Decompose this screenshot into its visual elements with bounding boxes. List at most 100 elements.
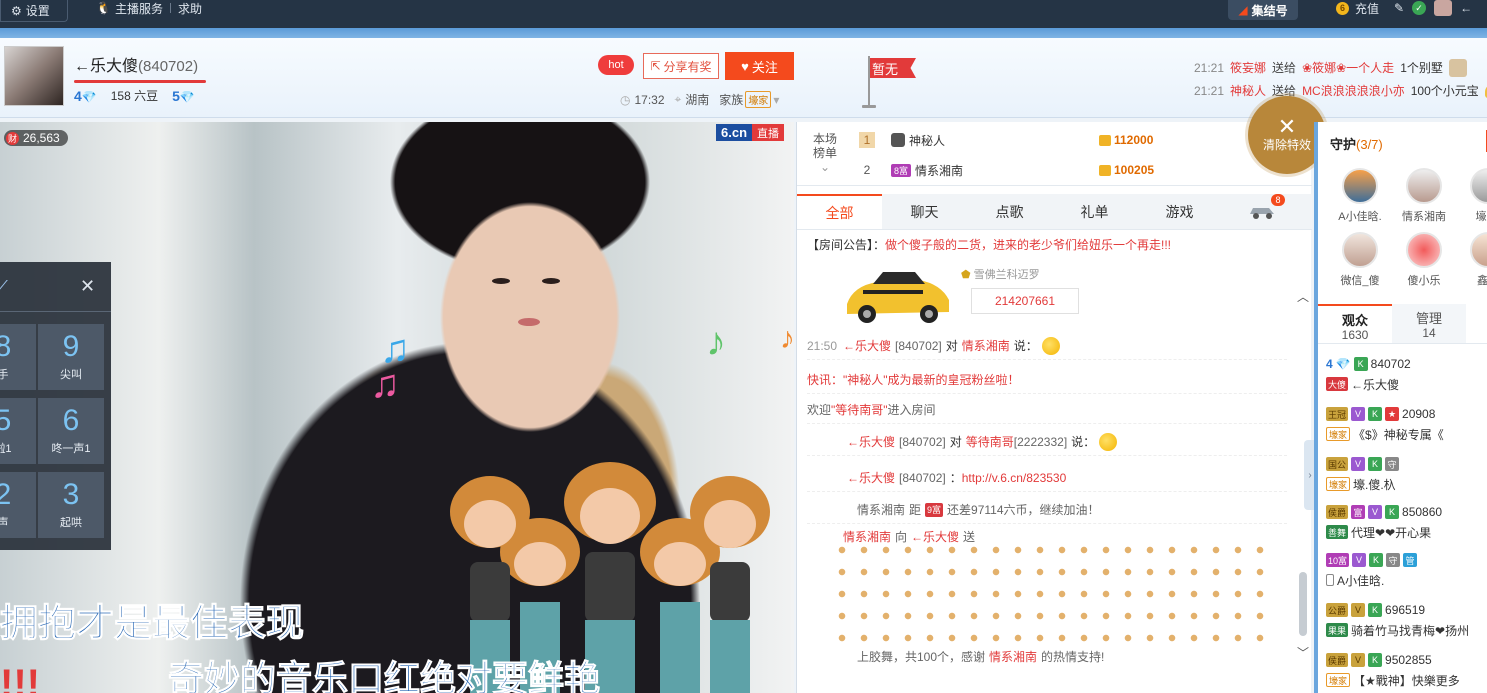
keypad-logo: ⁄ xyxy=(2,278,5,295)
v-badge: V xyxy=(1351,653,1366,667)
k-badge: K xyxy=(1369,553,1384,567)
gift-feed: 21:21 筱妄娜 送给 ❀筱娜❀一个人走 1个别墅 21:21 神秘人 送给 … xyxy=(1194,56,1487,102)
v-badge: V xyxy=(1351,407,1366,421)
admin-badge: 管 xyxy=(1403,553,1418,567)
k-badge: K xyxy=(1368,407,1383,421)
gift-figures xyxy=(837,546,1277,642)
chat-tabs: 全部 聊天 点歌 礼单 游戏 8 xyxy=(797,194,1312,230)
close-icon[interactable]: ✕ xyxy=(80,276,95,297)
room-notice: 【房间公告】：做个傻子般的二货，进来的老少爷们给妞乐一个再走!!! xyxy=(807,238,1172,252)
phone-icon xyxy=(1326,574,1334,586)
recharge-link[interactable]: 6 充值 xyxy=(1336,0,1379,16)
diamond-icon: 💎 xyxy=(179,89,195,104)
flag[interactable]: 暂无 xyxy=(870,58,916,78)
tab-chat[interactable]: 聊天 xyxy=(882,194,967,229)
lyric-line-3: !!! xyxy=(0,662,40,693)
header-stripe xyxy=(0,28,1487,38)
wealth-icon: 财 xyxy=(6,131,19,145)
chat-link[interactable]: http://v.6.cn/823530 xyxy=(962,471,1067,485)
scroll-thumb[interactable] xyxy=(1299,572,1307,636)
keypad-key[interactable]: 8手 xyxy=(0,324,36,390)
user-avatar[interactable] xyxy=(1434,0,1453,16)
mystery-icon xyxy=(891,133,905,147)
tab-gift-list[interactable]: 礼单 xyxy=(1052,194,1137,229)
keypad-key[interactable]: 6 咚一声1 xyxy=(38,398,104,464)
k-badge: K xyxy=(1368,603,1383,617)
settings-button[interactable]: ⚙ 设置 xyxy=(0,0,68,22)
guard-item[interactable]: 傻小乐 xyxy=(1394,232,1454,288)
rank-list: 本场榜单 ⌄ 1 神秘人 112000 2 8富 情系湘南 100205 xyxy=(797,122,1312,186)
jihao-button[interactable]: ◢ 集结号 xyxy=(1228,0,1298,20)
keypad-key[interactable]: 2声 xyxy=(0,472,36,538)
chevrolet-icon: ⬟ xyxy=(961,269,971,281)
audience-item[interactable]: 4 💎 K 840702 大傻 ←乐大傻 xyxy=(1326,354,1487,394)
tab-all[interactable]: 全部 xyxy=(797,194,882,229)
right-panel: 守护(3/7) A小佳晗. 情系湘南 壕.傻 微信_傻 傻小乐 鑫满 观众163… xyxy=(1314,122,1487,693)
anchor-service-link[interactable]: 🐧 主播服务 xyxy=(96,0,163,16)
chevron-down-icon[interactable]: ﹀ xyxy=(1297,644,1309,661)
clan-badge[interactable]: 壕家 xyxy=(745,91,772,108)
chevron-down-icon: ⌄ xyxy=(819,160,831,174)
check-icon[interactable]: ✓ xyxy=(1412,1,1427,15)
audience-item[interactable]: 侯爵富 V K 850860 善舞 代理❤❤开心果 xyxy=(1326,502,1487,542)
room-meta: ◷ 17:32 ⌖ 湖南 家族 壕家 ▾ xyxy=(620,91,779,108)
user-name[interactable]: ← xyxy=(1460,1,1472,15)
video-player[interactable]: 财 26,563 6.cn 直播 ♫ ♫ ♪ ♪ ⁄ ✕ 8手 9尖叫 5啦1 … xyxy=(0,122,794,693)
clan-label: 家族 xyxy=(719,93,744,107)
keypad-key[interactable]: 5啦1 xyxy=(0,398,36,464)
keypad-key[interactable]: 9 尖叫 xyxy=(38,324,104,390)
tab-game[interactable]: 游戏 xyxy=(1137,194,1222,229)
sound-keypad: ⁄ ✕ 8手 9尖叫 5啦1 6咚一声1 2声 3起哄 xyxy=(0,262,111,550)
audience-item[interactable]: 10富 V K 守管 A小佳晗. xyxy=(1326,550,1487,590)
megaphone-icon: ◢ xyxy=(1238,3,1248,17)
share-button[interactable]: ⇱ 分享有奖 xyxy=(643,53,719,79)
guard-item[interactable]: A小佳晗. xyxy=(1330,168,1390,224)
chevron-down-icon[interactable]: ▾ xyxy=(773,93,779,107)
chevron-up-icon[interactable]: ︿ xyxy=(1297,288,1309,305)
edit-icon[interactable]: ✎ xyxy=(1394,1,1404,15)
anchor-avatar[interactable] xyxy=(4,46,64,106)
anchor-level-right: 5💎 xyxy=(172,87,195,104)
v-badge: V xyxy=(1368,505,1383,519)
lyric-line-1: 拥抱才是最佳表现 xyxy=(0,603,305,646)
yellow-car-image xyxy=(847,272,949,323)
tab-song[interactable]: 点歌 xyxy=(967,194,1052,229)
guard-item[interactable]: 壕.傻 xyxy=(1458,168,1487,224)
emoji-icon xyxy=(1099,432,1118,451)
k-badge: K xyxy=(1368,653,1383,667)
audience-item[interactable]: 国公 V K 守 壕家 壕.傻.杁 xyxy=(1326,454,1487,494)
chat-message: 上胶舞，共100个，感谢 情系湘南 的热情支持! xyxy=(857,649,1105,664)
coin-icon: 6 xyxy=(1336,1,1349,15)
rank-row[interactable]: 2 8富 情系湘南 100205 xyxy=(859,158,1279,182)
help-link[interactable]: 求助 xyxy=(178,0,202,16)
flag-pole xyxy=(868,56,870,106)
beans-count: 158 六豆 xyxy=(110,89,159,103)
wealth-badge: 财 26,563 xyxy=(4,130,68,146)
guard-item[interactable]: 情系湘南 xyxy=(1394,168,1454,224)
chat-panel: 本场榜单 ⌄ 1 神秘人 112000 2 8富 情系湘南 100205 全部 聊天… xyxy=(796,122,1312,693)
tab-admin[interactable]: 管理 14 xyxy=(1392,304,1466,343)
rank-row[interactable]: 1 神秘人 112000 xyxy=(859,128,1279,152)
audience-item[interactable]: 侯爵 V K 9502855 壕家 【★戰神】快樂更多 xyxy=(1326,650,1487,690)
guard-badge: 守 xyxy=(1385,457,1400,471)
rank-label[interactable]: 本场榜单 ⌄ xyxy=(811,132,839,174)
keypad-key[interactable]: 3 起哄 xyxy=(38,472,104,538)
gear-icon: ⚙ xyxy=(11,3,22,18)
gift-feed-item: 21:21 神秘人 送给 MC浪浪浪浪浪小亦 100个小元宝 xyxy=(1194,79,1487,102)
hot-badge[interactable]: hot xyxy=(598,55,634,75)
chat-messages: 【房间公告】：做个傻子般的二货，进来的老少爷们给妞乐一个再走!!! ⬟ 雪佛兰科… xyxy=(797,232,1297,693)
guard-item[interactable]: 鑫满 xyxy=(1458,232,1487,288)
chat-message: 欢迎 "等待南哥" 进入房间 xyxy=(807,396,1287,424)
music-notes: ♫ xyxy=(370,362,400,406)
audience-item[interactable]: 公爵 V K 696519 果果 骑着竹马找青梅❤扬州 xyxy=(1326,600,1487,640)
tab-audience[interactable]: 观众 1630 xyxy=(1318,304,1392,343)
anchor-stats: 4💎 158 六豆 5💎 xyxy=(74,87,195,104)
guard-item[interactable]: 微信_傻 xyxy=(1330,232,1390,288)
coin-icon xyxy=(1099,134,1111,146)
audience-item[interactable]: 王冠 V K ★ 20908 壕家 《$》神秘专属《 xyxy=(1326,404,1487,444)
anchor-name[interactable]: ←乐大傻(840702) xyxy=(74,52,198,76)
guard-badge: 守 xyxy=(1386,553,1401,567)
gift-avatar-icon xyxy=(1448,58,1467,77)
car-owner-id[interactable]: 214207661 xyxy=(971,288,1079,314)
follow-button[interactable]: ♥ 关注 xyxy=(725,52,794,80)
